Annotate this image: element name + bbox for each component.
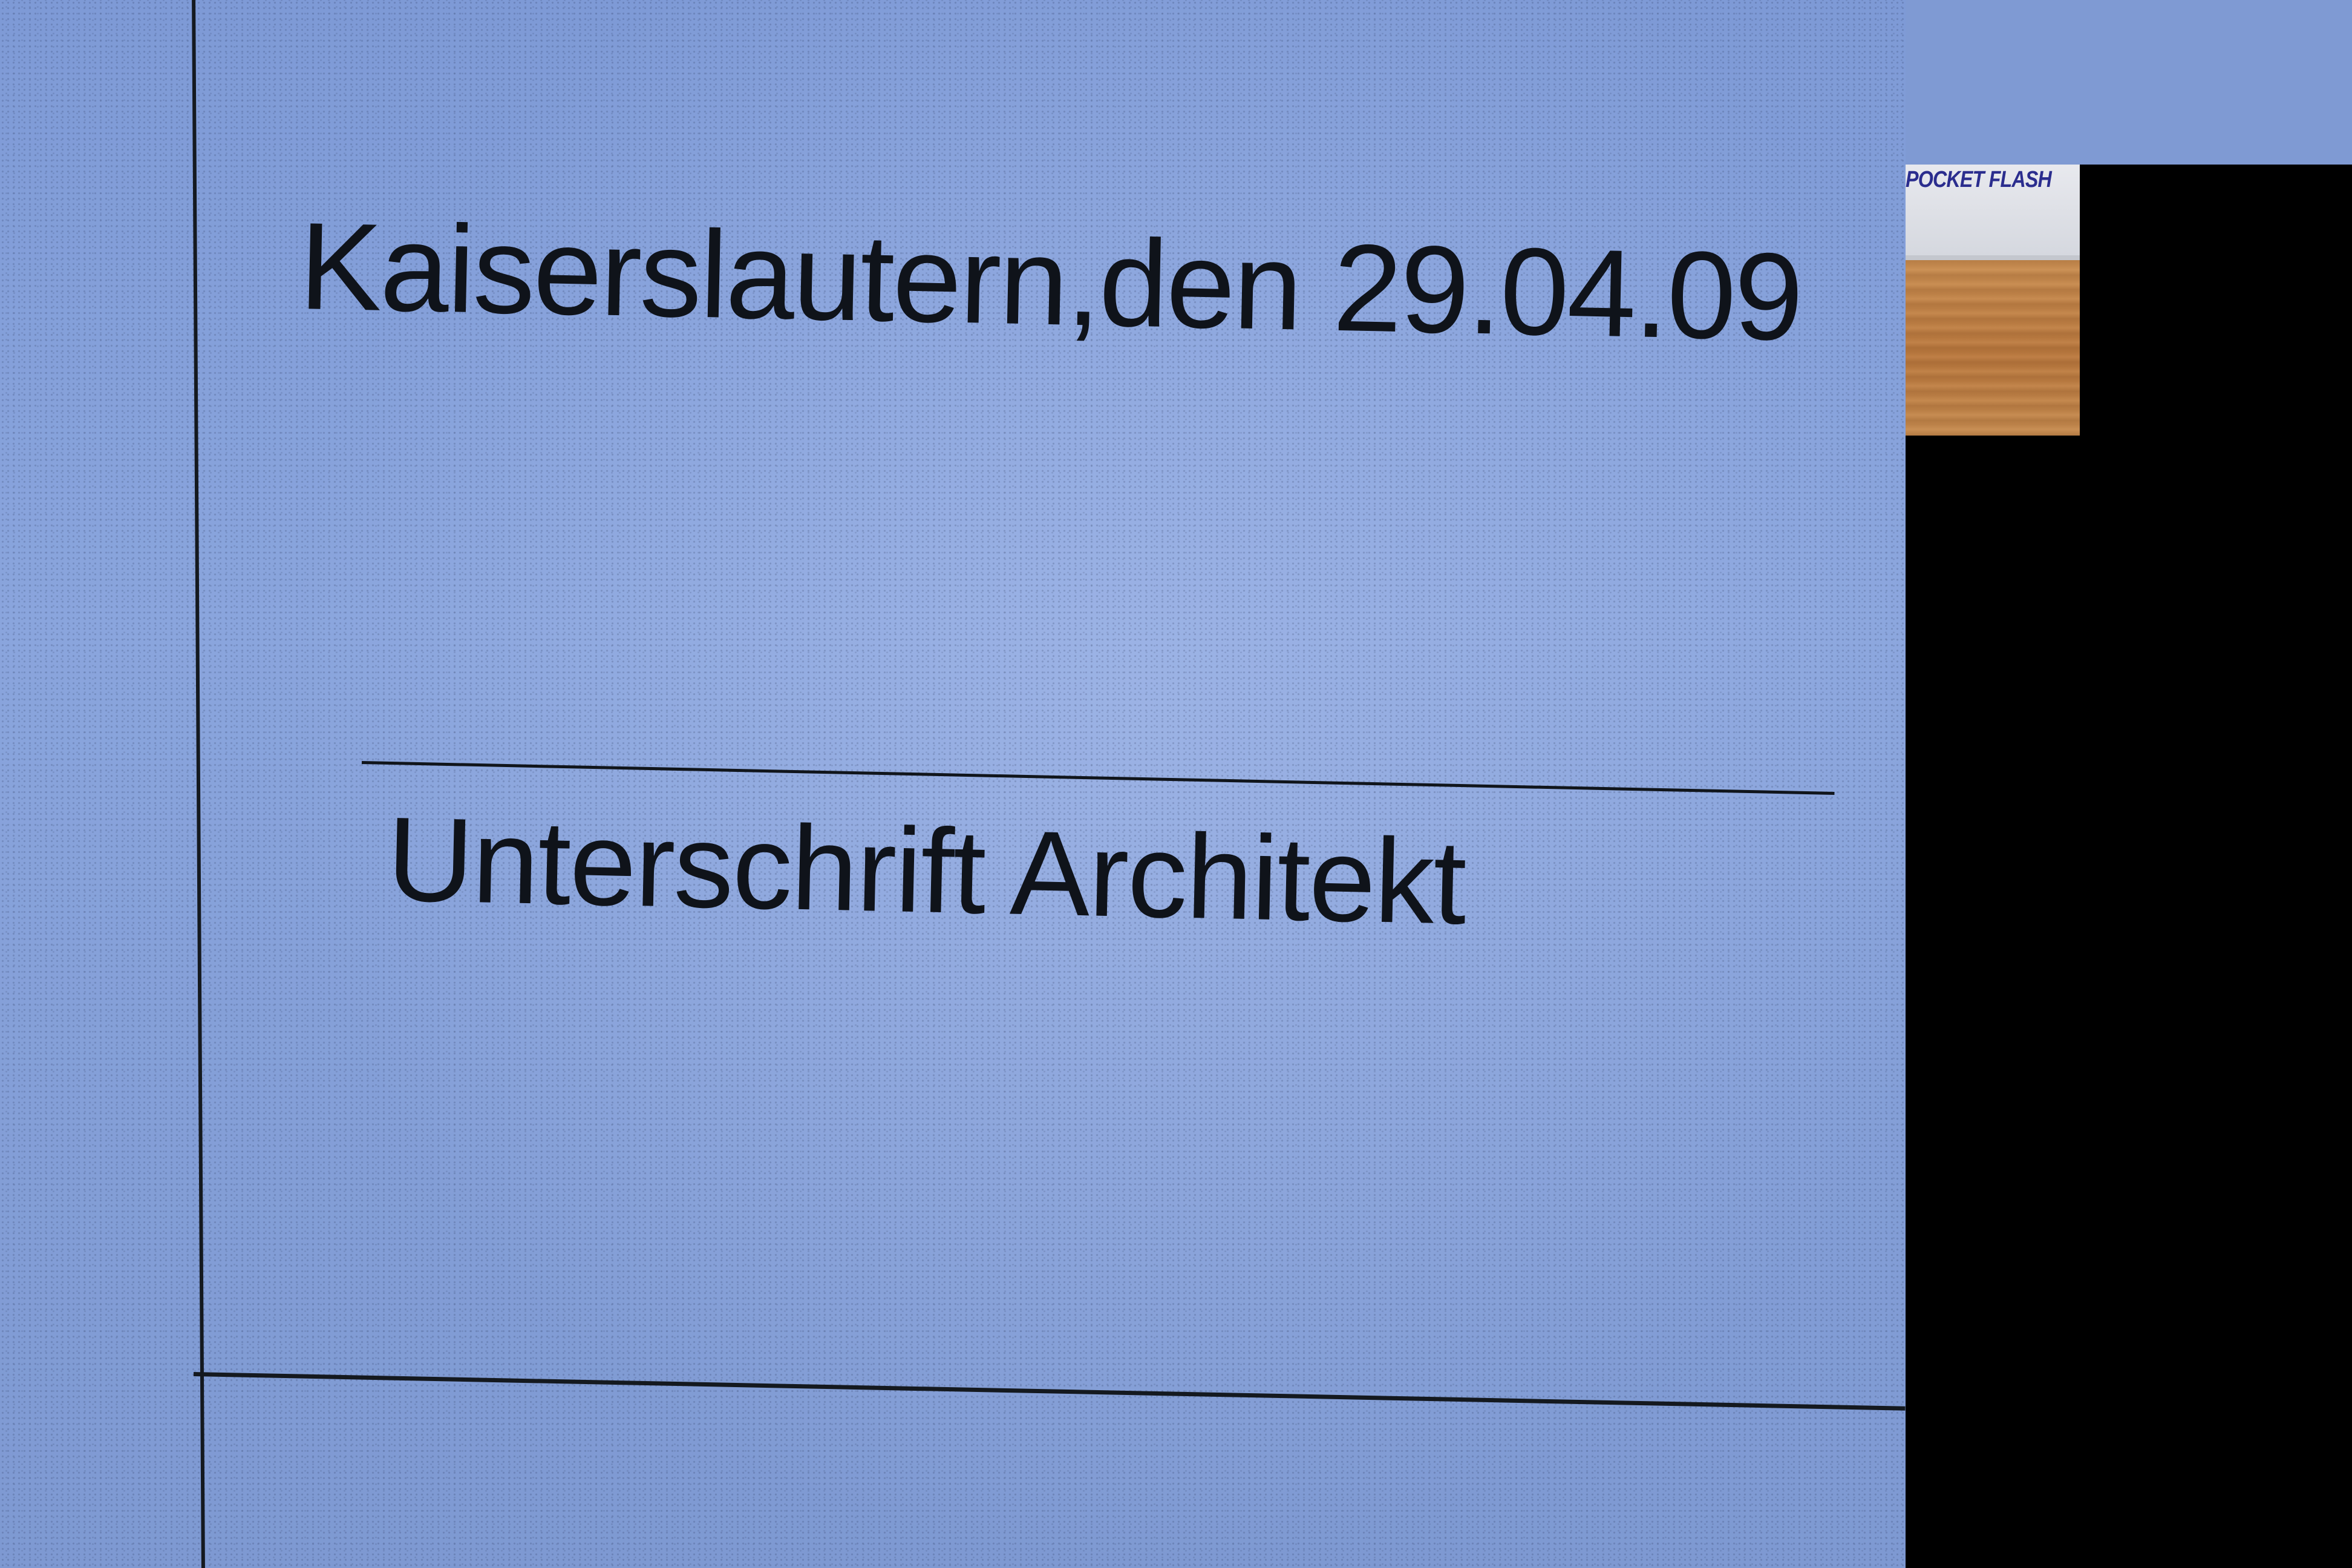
inset-photo: POCKET FLASH <box>1906 165 2080 436</box>
date-line: Kaiserslautern,den 29.04.09 <box>298 197 1803 367</box>
signature-caption: Unterschrift Architekt <box>385 792 1467 949</box>
inset-label-strip: POCKET FLASH <box>1906 165 2080 260</box>
wood-surface <box>1906 260 2080 436</box>
inset-title: POCKET FLASH <box>1906 167 2052 192</box>
document-photo: Kaiserslautern,den 29.04.09 Unterschrift… <box>0 0 2352 1568</box>
